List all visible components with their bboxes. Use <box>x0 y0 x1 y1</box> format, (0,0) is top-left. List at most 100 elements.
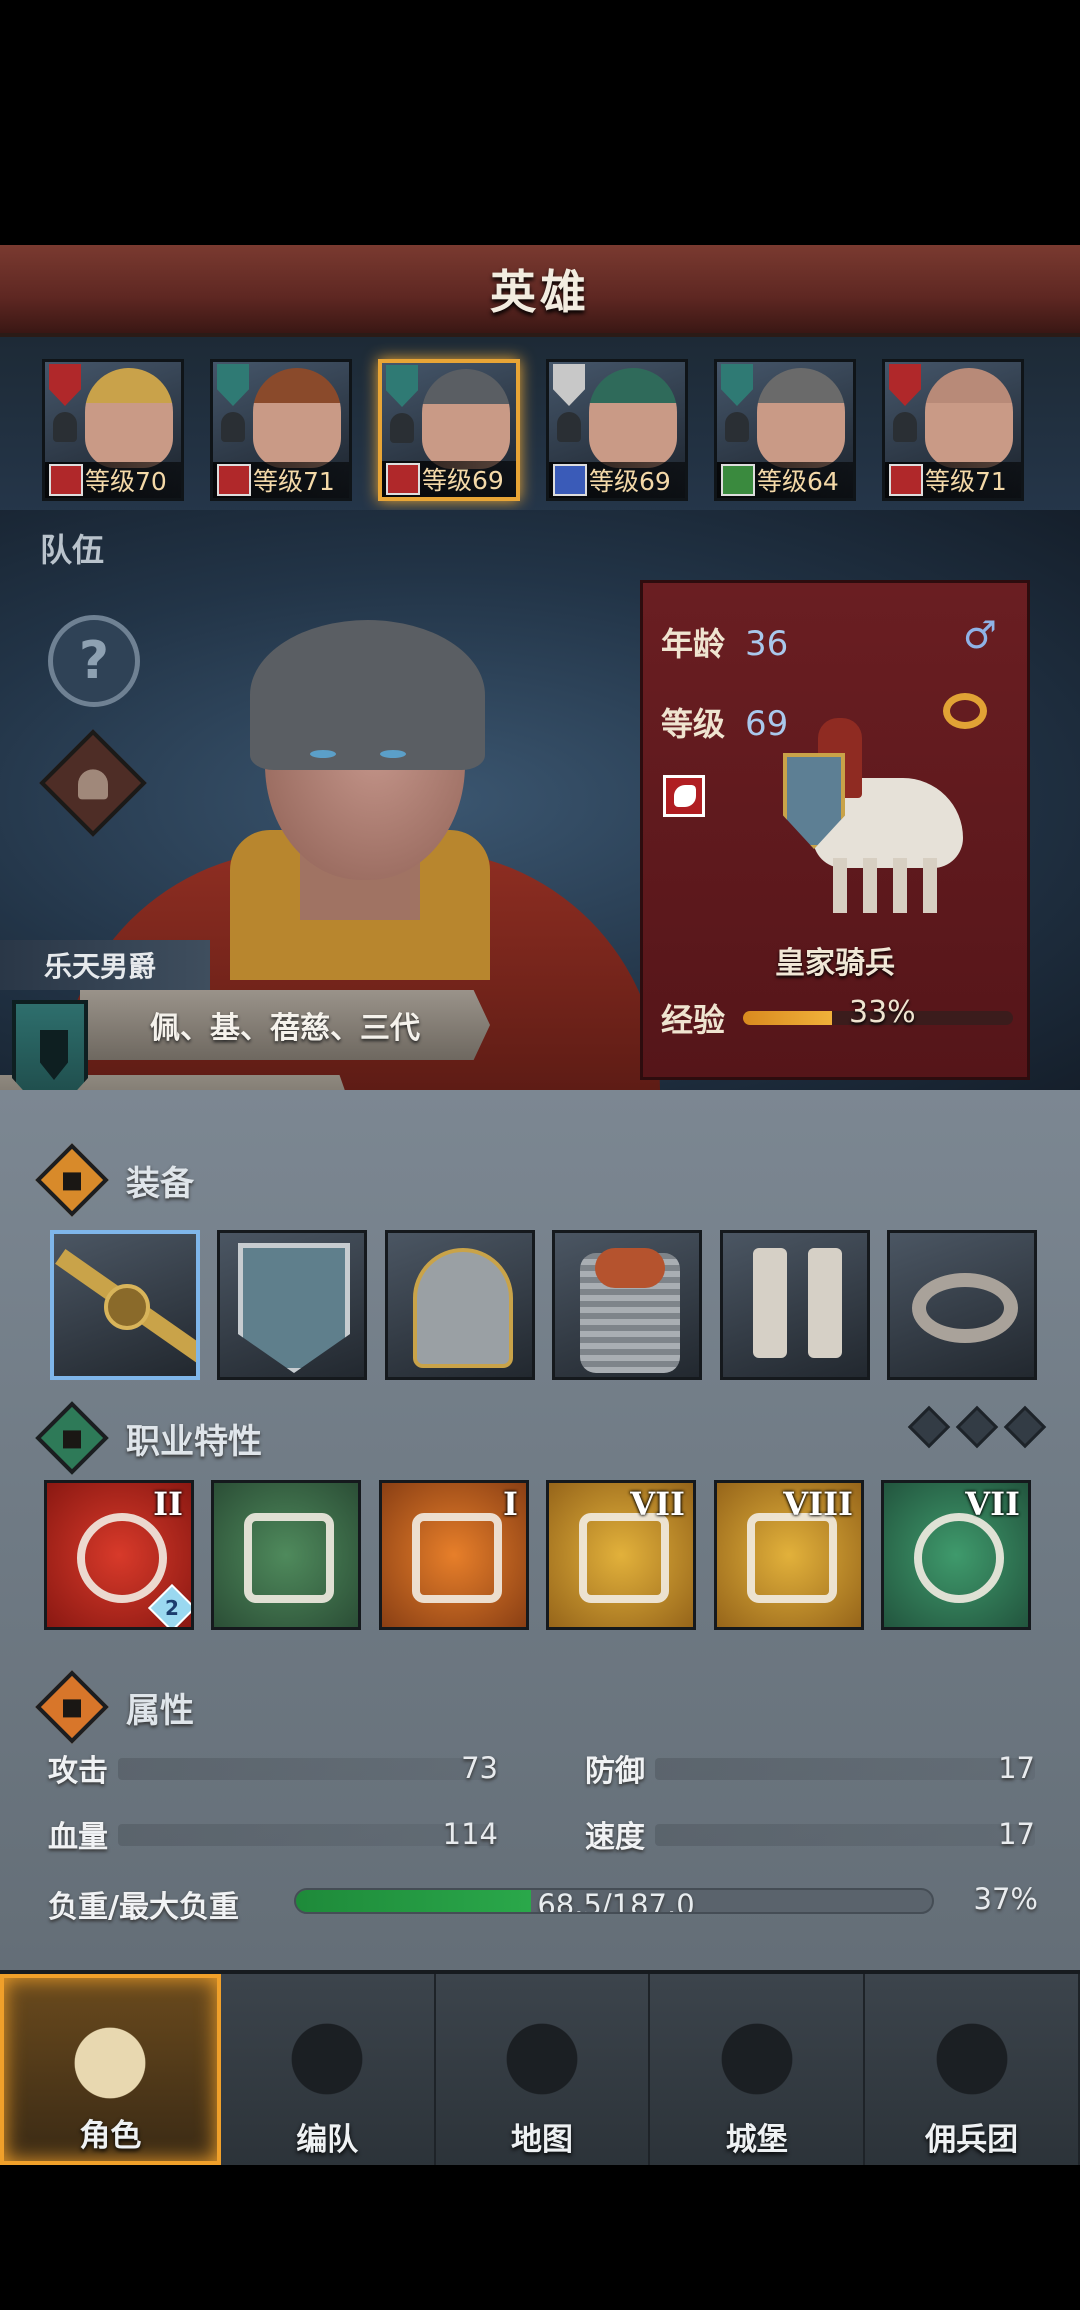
equip-slot-sword[interactable] <box>50 1230 200 1380</box>
hero-face <box>925 368 1013 468</box>
sword-icon <box>35 1143 109 1217</box>
trait-rank: VII <box>965 1485 1020 1523</box>
hero-level: 等级70 <box>85 467 167 496</box>
equipment-header: 装备 <box>35 1143 1040 1217</box>
trait-rank: II <box>153 1485 183 1523</box>
team-label: 队伍 <box>40 531 105 569</box>
class-icon <box>386 463 420 495</box>
hp-value: 114 <box>442 1817 498 1851</box>
male-icon: ♂ <box>962 613 997 657</box>
stat-defense: 防御 17 <box>585 1746 1035 1790</box>
attributes-header: 属性 <box>35 1670 1040 1744</box>
hero-level: 等级69 <box>589 467 671 496</box>
exp-row: 经验 33% <box>661 993 1021 1043</box>
exp-bar-fill <box>743 1011 833 1025</box>
pawn-icon <box>390 413 414 443</box>
class-icon <box>49 464 83 496</box>
trait-horse-speed[interactable] <box>211 1480 361 1630</box>
game-screen: 英雄 等级70 等级71 等级69 等级69 等级64 等级71 队伍 ? 乐天男爵 佩、… <box>0 0 1080 2310</box>
knight-icon <box>55 2008 166 2118</box>
exp-label: 经验 <box>661 1001 726 1039</box>
trait-sub-value: 2 <box>165 1596 179 1620</box>
hero-level: 等级71 <box>253 467 335 496</box>
trait-point-icon <box>955 1405 999 1449</box>
trait-rank: VII <box>630 1485 685 1523</box>
equip-slot-ring[interactable] <box>887 1230 1037 1380</box>
hero-level-bar: 等级71 <box>213 462 349 498</box>
hero-card[interactable]: 等级71 <box>882 359 1024 501</box>
stat-speed: 速度 17 <box>585 1812 1035 1856</box>
load-row: 负重/最大负重 68.5/187.0 37% <box>48 1878 1038 1928</box>
unit-illustration <box>763 708 963 913</box>
equip-slot-helmet[interactable] <box>385 1230 535 1380</box>
faction-shield-icon <box>386 365 418 407</box>
hero-title-tag: 乐天男爵 <box>0 940 210 990</box>
pawn-icon <box>893 412 917 442</box>
nav-castle[interactable]: 城堡 <box>650 1974 866 2165</box>
nav-mercenary[interactable]: 佣兵团 <box>865 1974 1080 2165</box>
speed-label: 速度 <box>585 1820 645 1855</box>
hero-face <box>757 368 845 468</box>
equip-slot-shield[interactable] <box>217 1230 367 1380</box>
bottom-nav: 角色 编队 地图 城堡 佣兵团 <box>0 1970 1080 2165</box>
class-icon <box>217 464 251 496</box>
pawn-icon <box>725 412 749 442</box>
trait-shield-break-2[interactable]: VIII <box>714 1480 864 1630</box>
hero-face <box>589 368 677 468</box>
pawn-icon <box>221 412 245 442</box>
cavalry-class-icon <box>663 775 705 817</box>
traits-header: 职业特性 <box>35 1401 1040 1475</box>
traits-title: 职业特性 <box>126 1421 262 1462</box>
nav-label: 编队 <box>296 2122 359 2158</box>
stat-hp: 血量 114 <box>48 1812 498 1856</box>
pawn-icon <box>557 412 581 442</box>
class-icon <box>721 464 755 496</box>
faction-shield-icon <box>217 364 249 406</box>
person-icon <box>35 1670 109 1744</box>
equip-slot-boots[interactable] <box>720 1230 870 1380</box>
castle-icon <box>701 2004 812 2114</box>
hero-roster: 等级70 等级71 等级69 等级69 等级64 等级71 <box>0 337 1080 517</box>
trait-shield-break[interactable]: VII <box>546 1480 696 1630</box>
exp-percent: 33% <box>849 995 916 1030</box>
hero-level-bar: 等级71 <box>885 462 1021 498</box>
age-label: 年龄 <box>661 625 726 663</box>
title-bar: 英雄 <box>0 245 1080 337</box>
hero-level: 等级71 <box>925 467 1007 496</box>
trait-crosshair[interactable]: VII <box>881 1480 1031 1630</box>
hero-level-bar: 等级69 <box>382 461 516 497</box>
hero-level: 等级69 <box>422 466 504 495</box>
compass-icon <box>486 2004 597 2114</box>
sword-up-icon <box>412 1513 502 1603</box>
age-value: 36 <box>745 624 789 664</box>
hero-card[interactable]: 等级70 <box>42 359 184 501</box>
faction-shield-icon <box>889 364 921 406</box>
unit-name: 皇家骑兵 <box>775 946 895 981</box>
helmet-icon <box>272 2004 383 2114</box>
nav-knight[interactable]: 角色 <box>0 1974 221 2165</box>
hero-card[interactable]: 等级64 <box>714 359 856 501</box>
pawn-icon <box>53 412 77 442</box>
trait-rank: I <box>503 1485 518 1523</box>
hero-card[interactable]: 等级69 <box>546 359 688 501</box>
nav-compass[interactable]: 地图 <box>436 1974 651 2165</box>
faction-shield-icon <box>49 364 81 406</box>
nav-helmet[interactable]: 编队 <box>221 1974 436 2165</box>
horse-speed-icon <box>244 1513 334 1603</box>
attack-value: 73 <box>461 1751 498 1785</box>
hero-card[interactable]: 等级71 <box>210 359 352 501</box>
lineage-plate: 佩、基、蓓慈、三代 <box>80 990 490 1060</box>
faction-shield-icon <box>553 364 585 406</box>
shield-break-2-icon <box>747 1513 837 1603</box>
trait-sword-up[interactable]: I <box>379 1480 529 1630</box>
mercenary-icon <box>916 2004 1027 2114</box>
nav-label: 佣兵团 <box>925 2122 1019 2158</box>
hero-card[interactable]: 等级69 <box>378 359 520 501</box>
nav-label: 地图 <box>510 2122 573 2158</box>
hero-face <box>85 368 173 468</box>
equip-slot-armor[interactable] <box>552 1230 702 1380</box>
hero-lineage: 佩、基、蓓慈、三代 <box>150 1011 420 1046</box>
trait-charge-target[interactable]: II 2 <box>44 1480 194 1630</box>
page-title: 英雄 <box>490 265 590 319</box>
hero-level-bar: 等级70 <box>45 462 181 498</box>
